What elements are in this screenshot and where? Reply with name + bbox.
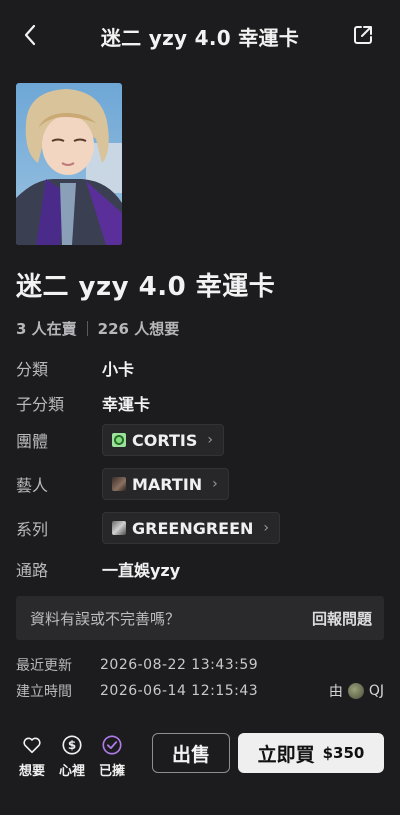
meta-label: 建立時間 bbox=[16, 684, 72, 700]
heart-icon bbox=[23, 737, 41, 754]
back-button[interactable] bbox=[18, 22, 42, 48]
report-button[interactable]: 回報問題 bbox=[312, 608, 372, 629]
report-box: 資料有誤或不完善嗎？ 回報問題 bbox=[16, 596, 384, 640]
share-button[interactable] bbox=[352, 24, 374, 46]
field-label: 團體 bbox=[16, 432, 49, 451]
meta-value: 2026-06-14 12:15:43 bbox=[100, 683, 259, 699]
chevron-right-icon: › bbox=[263, 520, 270, 536]
series-thumbnail-icon bbox=[112, 521, 126, 535]
meta-created: 建立時間 2026-06-14 12:15:43 由 QJ bbox=[16, 681, 384, 701]
field-label: 藝人 bbox=[16, 476, 49, 495]
report-question: 資料有誤或不完善嗎？ bbox=[30, 609, 181, 628]
wishlist-button[interactable]: $ 心裡 bbox=[55, 734, 89, 779]
owned-button[interactable]: 已擁 bbox=[95, 734, 129, 779]
meta-updated: 最近更新 2026-08-22 13:43:59 bbox=[16, 655, 384, 675]
series-chip[interactable]: GREENGREEN › bbox=[102, 512, 281, 544]
want-button[interactable]: 想要 bbox=[15, 734, 49, 779]
artist-avatar-icon bbox=[112, 477, 126, 491]
field-artist: 藝人 MARTIN › bbox=[16, 468, 386, 500]
artist-chip[interactable]: MARTIN › bbox=[102, 468, 229, 500]
field-group: 團體 CORTIS › bbox=[16, 424, 386, 456]
chevron-right-icon: › bbox=[212, 476, 218, 492]
field-label: 子分類 bbox=[16, 395, 65, 414]
group-chip-label: CORTIS bbox=[132, 430, 198, 450]
stats-divider bbox=[86, 321, 88, 336]
field-value: 小卡 bbox=[102, 360, 135, 379]
chevron-right-icon: › bbox=[207, 432, 213, 448]
field-channel: 通路 一直娛yzy bbox=[16, 556, 386, 582]
field-series: 系列 GREENGREEN › bbox=[16, 512, 386, 544]
field-label: 通路 bbox=[16, 561, 49, 580]
series-chip-label: GREENGREEN bbox=[132, 518, 254, 538]
field-value: 一直娛yzy bbox=[102, 561, 181, 580]
group-logo-icon bbox=[112, 433, 126, 447]
field-label: 系列 bbox=[16, 520, 49, 539]
sell-button[interactable]: 出售 bbox=[152, 733, 230, 773]
selling-count[interactable]: 3 人在賣 bbox=[16, 318, 77, 339]
wanting-count[interactable]: 226 人想要 bbox=[98, 318, 180, 339]
artist-chip-label: MARTIN bbox=[132, 474, 203, 494]
product-stats: 3 人在賣 226 人想要 bbox=[16, 318, 179, 339]
meta-value: 2026-08-22 13:43:59 bbox=[100, 657, 259, 673]
buy-now-button[interactable]: 立即買 $350 bbox=[238, 733, 384, 773]
creator-name: QJ bbox=[368, 683, 384, 699]
field-subcategory: 子分類 幸運卡 bbox=[16, 390, 386, 416]
want-label: 想要 bbox=[18, 764, 45, 779]
buy-price: $350 bbox=[322, 744, 365, 762]
owned-label: 已擁 bbox=[98, 764, 125, 779]
field-value: 幸運卡 bbox=[102, 395, 151, 414]
wishlist-label: 心裡 bbox=[58, 764, 85, 779]
dollar-circle-icon: $ bbox=[62, 735, 82, 755]
field-category: 分類 小卡 bbox=[16, 355, 386, 381]
field-label: 分類 bbox=[16, 360, 49, 379]
product-name: 迷二 yzy 4.0 幸運卡 bbox=[16, 272, 276, 302]
photocard-image bbox=[16, 83, 122, 245]
top-bar: 迷二 yzy 4.0 幸運卡 bbox=[0, 0, 400, 72]
page-title: 迷二 yzy 4.0 幸運卡 bbox=[100, 26, 300, 50]
product-photo[interactable] bbox=[16, 83, 122, 245]
meta-label: 最近更新 bbox=[16, 658, 72, 674]
share-icon bbox=[354, 26, 372, 44]
check-circle-icon bbox=[102, 735, 122, 755]
svg-text:$: $ bbox=[68, 738, 76, 752]
group-chip[interactable]: CORTIS › bbox=[102, 424, 224, 456]
chevron-left-icon bbox=[24, 24, 36, 46]
bottom-action-bar: 想要 $ 心裡 已擁 出售 立即買 $350 bbox=[0, 722, 400, 815]
creator-prefix: 由 bbox=[328, 684, 343, 700]
buy-now-label: 立即買 bbox=[257, 743, 315, 766]
creator-avatar bbox=[347, 683, 364, 699]
creator[interactable]: 由 QJ bbox=[329, 681, 384, 701]
